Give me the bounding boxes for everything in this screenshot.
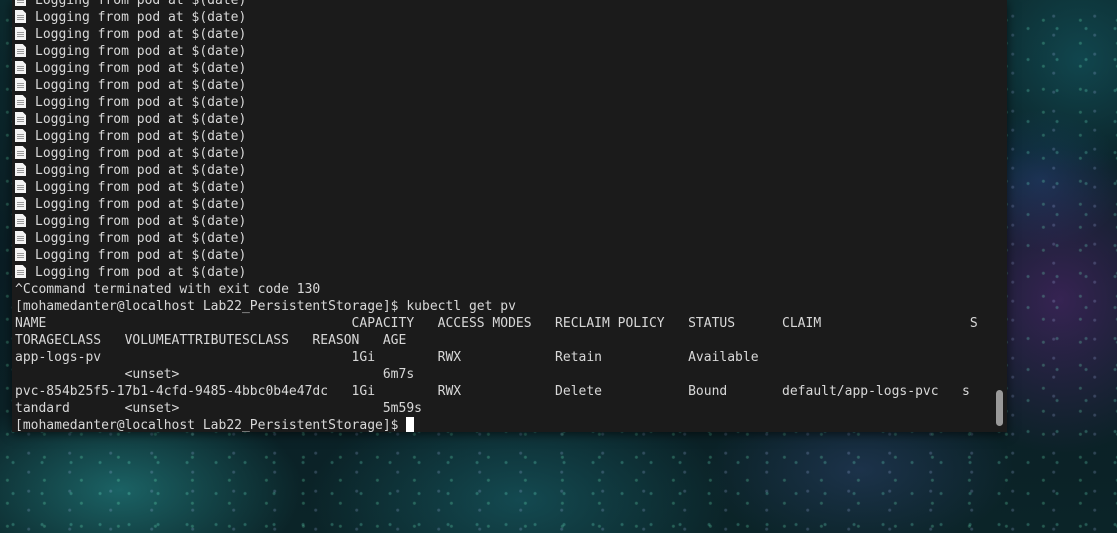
log-line: Logging from pod at $(date)	[15, 111, 978, 128]
log-line: Logging from pod at $(date)	[15, 179, 978, 196]
log-line-text: Logging from pod at $(date)	[35, 231, 247, 246]
log-line-text: Logging from pod at $(date)	[35, 44, 247, 59]
log-line-text: Logging from pod at $(date)	[35, 265, 247, 280]
log-line: Logging from pod at $(date)	[15, 264, 978, 281]
document-icon	[15, 61, 26, 74]
log-line-text: Logging from pod at $(date)	[35, 214, 247, 229]
log-line-text: Logging from pod at $(date)	[35, 27, 247, 42]
log-line: Logging from pod at $(date)	[15, 26, 978, 43]
table-row-line: tandard <unset> 5m59s	[15, 401, 422, 416]
exit-message: ^Ccommand terminated with exit code 130	[15, 282, 321, 297]
table-row-line: pvc-854b25f5-17b1-4cfd-9485-4bbc0b4e47dc…	[15, 384, 970, 399]
log-line-text: Logging from pod at $(date)	[35, 163, 247, 178]
scrollbar-thumb[interactable]	[996, 390, 1003, 426]
log-line: Logging from pod at $(date)	[15, 128, 978, 145]
document-icon	[15, 10, 26, 23]
log-line: Logging from pod at $(date)	[15, 0, 978, 9]
log-line: Logging from pod at $(date)	[15, 77, 978, 94]
log-line: Logging from pod at $(date)	[15, 94, 978, 111]
document-icon	[15, 163, 26, 176]
log-line-text: Logging from pod at $(date)	[35, 180, 247, 195]
log-line: Logging from pod at $(date)	[15, 247, 978, 264]
document-icon	[15, 265, 26, 278]
log-line: Logging from pod at $(date)	[15, 43, 978, 60]
log-line-text: Logging from pod at $(date)	[35, 248, 247, 263]
log-line: Logging from pod at $(date)	[15, 162, 978, 179]
document-icon	[15, 78, 26, 91]
terminal-window[interactable]: Logging from pod at $(date) Logging from …	[12, 0, 1007, 432]
log-line: Logging from pod at $(date)	[15, 196, 978, 213]
terminal-lines: Logging from pod at $(date) Logging from …	[15, 0, 978, 432]
log-line: Logging from pod at $(date)	[15, 60, 978, 77]
log-line: Logging from pod at $(date)	[15, 230, 978, 247]
document-icon	[15, 27, 26, 40]
log-line: Logging from pod at $(date)	[15, 9, 978, 26]
table-row-line: <unset> 6m7s	[15, 367, 415, 382]
document-icon	[15, 180, 26, 193]
document-icon	[15, 146, 26, 159]
log-line-text: Logging from pod at $(date)	[35, 78, 247, 93]
log-line-text: Logging from pod at $(date)	[35, 129, 247, 144]
log-line-text: Logging from pod at $(date)	[35, 10, 247, 25]
document-icon	[15, 95, 26, 108]
table-header-line: TORAGECLASS VOLUMEATTRIBUTESCLASS REASON…	[15, 333, 407, 348]
log-line-text: Logging from pod at $(date)	[35, 112, 247, 127]
document-icon	[15, 231, 26, 244]
command-line: [mohamedanter@localhost Lab22_Persistent…	[15, 298, 978, 315]
log-line: Logging from pod at $(date)	[15, 213, 978, 230]
terminal-output[interactable]: Logging from pod at $(date) Logging from …	[15, 0, 990, 432]
text-cursor[interactable]	[406, 417, 415, 432]
log-line-text: Logging from pod at $(date)	[35, 146, 247, 161]
table-row-line: app-logs-pv 1Gi RWX Retain Available	[15, 350, 759, 365]
shell-command: kubectl get pv	[406, 299, 516, 314]
active-prompt-line: [mohamedanter@localhost Lab22_Persistent…	[15, 417, 978, 432]
log-line-text: Logging from pod at $(date)	[35, 61, 247, 76]
document-icon	[15, 44, 26, 57]
log-line: Logging from pod at $(date)	[15, 145, 978, 162]
terminal-scrollbar[interactable]	[992, 0, 1007, 432]
document-icon	[15, 0, 26, 6]
log-line-text: Logging from pod at $(date)	[35, 0, 247, 8]
document-icon	[15, 129, 26, 142]
log-line-text: Logging from pod at $(date)	[35, 197, 247, 212]
table-header-line: NAME CAPACITY ACCESS MODES RECLAIM POLIC…	[15, 316, 978, 331]
document-icon	[15, 214, 26, 227]
shell-prompt: [mohamedanter@localhost Lab22_Persistent…	[15, 299, 407, 314]
document-icon	[15, 112, 26, 125]
log-line-text: Logging from pod at $(date)	[35, 95, 247, 110]
shell-prompt: [mohamedanter@localhost Lab22_Persistent…	[15, 418, 407, 432]
document-icon	[15, 197, 26, 210]
document-icon	[15, 248, 26, 261]
